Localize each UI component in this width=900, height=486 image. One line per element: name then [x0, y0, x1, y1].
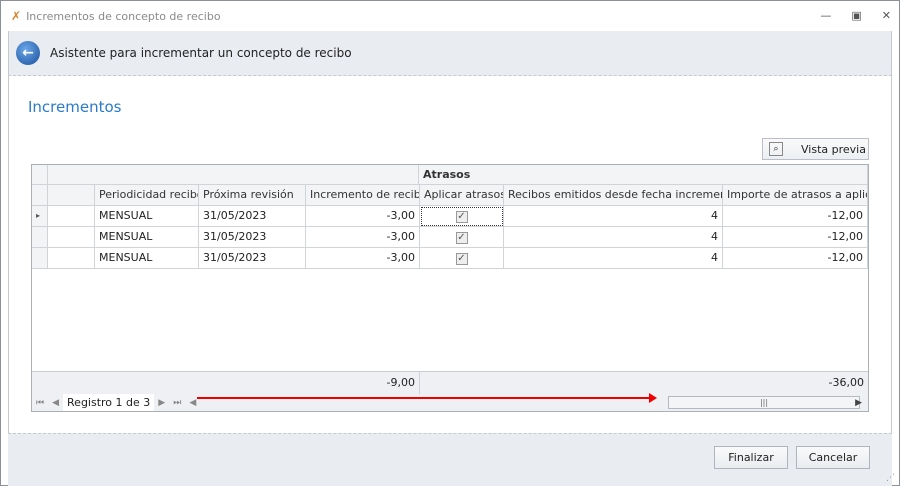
column-header-recibos[interactable]: Recibos emitidos desde fecha incremento — [504, 185, 723, 206]
window-title: Incrementos de concepto de recibo — [26, 9, 221, 23]
page-title: Incrementos — [28, 98, 122, 116]
close-button[interactable]: ✕ — [882, 9, 891, 22]
title-bar: ✗ Incrementos de concepto de recibo — ▣ … — [1, 1, 899, 31]
restore-button[interactable]: ▣ — [851, 9, 861, 22]
cell-incremento[interactable]: -3,00 — [306, 206, 420, 227]
aplicar-checkbox[interactable]: ✓ — [455, 211, 468, 223]
divider — [891, 31, 892, 435]
cell-recibos[interactable]: 4 — [504, 248, 723, 269]
corner-cell — [32, 165, 48, 185]
wizard-window: ✗ Incrementos de concepto de recibo — ▣ … — [0, 0, 900, 486]
wizard-title: Asistente para incrementar un concepto d… — [50, 46, 352, 60]
horizontal-scrollbar[interactable]: ||| — [668, 396, 860, 409]
preview-label: Vista previa — [801, 142, 866, 156]
row-indicator[interactable] — [32, 227, 48, 248]
resize-grip-icon[interactable]: ⋰ — [886, 473, 895, 483]
finish-button[interactable]: Finalizar — [714, 446, 788, 469]
row-indicator[interactable] — [32, 248, 48, 269]
cell-periodicidad[interactable]: MENSUAL — [95, 227, 199, 248]
totals-row: -9,00 -36,00 — [32, 371, 868, 394]
cell-recibos[interactable]: 4 — [504, 206, 723, 227]
annotation-arrow — [197, 393, 657, 403]
cell-importe[interactable]: -12,00 — [723, 227, 868, 248]
cell-aplicar[interactable]: ✓ — [420, 206, 504, 227]
last-record-icon[interactable]: ⏭ — [169, 398, 185, 408]
cell-periodicidad[interactable]: MENSUAL — [95, 206, 199, 227]
record-counter: Registro 1 de 3 — [63, 394, 155, 411]
column-header-blank[interactable] — [48, 185, 95, 206]
cell-blank[interactable] — [48, 206, 95, 227]
cancel-button[interactable]: Cancelar — [796, 446, 870, 469]
scroll-right-icon[interactable]: ▶ — [851, 398, 866, 408]
increments-grid: Atrasos Periodicidad recibo Próxima revi… — [31, 164, 869, 412]
band-empty — [48, 165, 419, 185]
cell-importe[interactable]: -12,00 — [723, 248, 868, 269]
preview-icon: ⌕ — [769, 142, 783, 156]
cell-aplicar[interactable]: ✓ — [420, 227, 504, 248]
cell-blank[interactable] — [48, 248, 95, 269]
cell-revision[interactable]: 31/05/2023 — [199, 248, 306, 269]
wizard-header: ← Asistente para incrementar un concepto… — [8, 31, 892, 76]
prev-record-icon[interactable]: ◀ — [48, 398, 63, 408]
column-header-incremento[interactable]: Incremento de recibo — [306, 185, 420, 206]
indicator-header — [32, 185, 48, 206]
cell-periodicidad[interactable]: MENSUAL — [95, 248, 199, 269]
minimize-button[interactable]: — — [820, 9, 831, 22]
divider — [8, 31, 9, 435]
first-record-icon[interactable]: ⏮ — [32, 398, 48, 408]
aplicar-checkbox[interactable]: ✓ — [455, 253, 468, 265]
cell-aplicar[interactable]: ✓ — [420, 248, 504, 269]
app-icon: ✗ — [11, 9, 22, 23]
total-importe: -36,00 — [828, 376, 864, 389]
column-header-revision[interactable]: Próxima revisión — [199, 185, 306, 206]
next-record-icon[interactable]: ▶ — [154, 398, 169, 408]
cell-incremento[interactable]: -3,00 — [306, 227, 420, 248]
cell-blank[interactable] — [48, 227, 95, 248]
cell-importe[interactable]: -12,00 — [723, 206, 868, 227]
back-arrow-icon[interactable]: ← — [16, 41, 40, 65]
column-header-importe[interactable]: Importe de atrasos a aplicar — [723, 185, 868, 206]
aplicar-checkbox[interactable]: ✓ — [455, 232, 468, 244]
total-incremento: -9,00 — [306, 372, 420, 394]
scroll-left-icon[interactable]: ◀ — [185, 398, 200, 408]
preview-button[interactable]: ⌕ Vista previa — [762, 138, 869, 160]
cell-recibos[interactable]: 4 — [504, 227, 723, 248]
band-atrasos: Atrasos — [419, 165, 868, 185]
cell-incremento[interactable]: -3,00 — [306, 248, 420, 269]
column-header-aplicar[interactable]: Aplicar atrasos — [420, 185, 504, 206]
row-indicator[interactable]: ▸ — [32, 206, 48, 227]
column-header-periodicidad[interactable]: Periodicidad recibo — [95, 185, 199, 206]
cell-revision[interactable]: 31/05/2023 — [199, 206, 306, 227]
cell-revision[interactable]: 31/05/2023 — [199, 227, 306, 248]
